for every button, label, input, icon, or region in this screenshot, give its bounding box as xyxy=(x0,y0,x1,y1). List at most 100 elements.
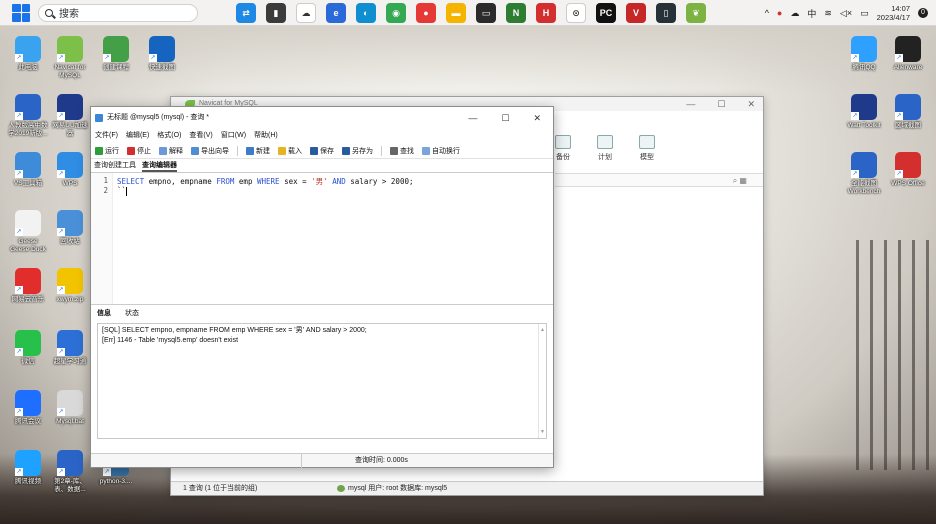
toolbar-button[interactable]: 载入 xyxy=(278,146,302,156)
battery-icon[interactable]: ▭ xyxy=(860,8,869,19)
shortcut-arrow-icon: ↗ xyxy=(57,112,65,120)
user-icon[interactable]: ● xyxy=(777,8,782,18)
desktop-icon[interactable]: ↗ 区域截图 xyxy=(888,94,928,130)
close-icon[interactable]: ✕ xyxy=(747,97,755,111)
tab-query-editor[interactable]: 查询编辑器 xyxy=(142,159,177,172)
volume-icon[interactable]: ◁× xyxy=(840,8,852,19)
desktop-icon[interactable]: ↗ 全能截图 Workbench xyxy=(844,152,884,195)
desktop-icon[interactable]: ↗ 超星学习通 xyxy=(50,330,90,366)
desktop-icon[interactable]: ↗ WPS xyxy=(50,152,90,188)
menu-file[interactable]: 文件(F) xyxy=(95,129,118,143)
terminal-app-icon[interactable]: ▭ xyxy=(476,3,496,23)
model-button[interactable]: 模型 xyxy=(639,135,655,162)
minimize-icon[interactable]: — xyxy=(468,107,477,129)
schedule-button[interactable]: 计划 xyxy=(597,135,613,162)
toolbar-button[interactable]: 另存为 xyxy=(342,146,373,156)
code-line-1[interactable]: SELECT empno, empname FROM emp WHERE sex… xyxy=(117,176,414,187)
query-toolbar: 运行 停止 解释 导出向导 新建 载入 保存 另存为 查找 自动换行 xyxy=(91,143,553,159)
desktop-icon[interactable]: ↗ Geese Geese Duck xyxy=(8,210,48,253)
menu-window[interactable]: 窗口(W) xyxy=(221,129,246,143)
leaf-app-icon[interactable]: ❦ xyxy=(686,3,706,23)
desktop-icon[interactable]: ↗ 创建课程 xyxy=(96,36,136,72)
edge-app-icon[interactable]: ◐ xyxy=(356,3,376,23)
toolbar-button[interactable]: 导出向导 xyxy=(191,146,229,156)
folder-app-icon[interactable]: ▬ xyxy=(446,3,466,23)
desktop-icon[interactable]: ↗ 此电脑 xyxy=(8,36,48,72)
vs-app-icon[interactable]: V xyxy=(626,3,646,23)
toolbar-button[interactable]: 运行 xyxy=(95,146,119,156)
toolbar-button[interactable]: 解释 xyxy=(159,146,183,156)
tab-info[interactable]: 信息 xyxy=(97,305,111,323)
menu-help[interactable]: 帮助(H) xyxy=(254,129,278,143)
toolbar-button[interactable]: 停止 xyxy=(127,146,151,156)
notification-badge[interactable]: 0 xyxy=(918,8,928,18)
desktop-icon[interactable]: ↗ 网易云音乐 xyxy=(8,268,48,304)
desktop-icon[interactable]: ↗ Alienware xyxy=(888,36,928,72)
chevron-up-icon[interactable]: ^ xyxy=(765,8,769,18)
toolbar-separator xyxy=(381,145,382,156)
h-app-icon[interactable]: H xyxy=(536,3,556,23)
desktop-icon[interactable]: ↗ 网易UU加速器 xyxy=(50,94,90,137)
desktop-icon[interactable]: ↗ 腾讯视频 xyxy=(8,450,48,486)
maximize-icon[interactable]: ☐ xyxy=(501,107,509,129)
desktop-icon[interactable]: ↗ 腾讯会议 xyxy=(8,390,48,426)
menu-view[interactable]: 查看(V) xyxy=(189,129,212,143)
clock[interactable]: 14:07 2023/4/17 xyxy=(877,4,910,22)
monitor-app-icon[interactable]: ▯ xyxy=(656,3,676,23)
desktop-icon[interactable]: ↗ Watt Toolkit xyxy=(844,94,884,130)
toolbar-label: 载入 xyxy=(288,147,302,155)
desktop-icon[interactable]: ↗ Mysql.bat xyxy=(50,390,90,426)
navicat-app-icon[interactable]: N xyxy=(506,3,526,23)
remote-app-icon[interactable]: ⇄ xyxy=(236,3,256,23)
desktop-icon[interactable]: ↗ 回收站 xyxy=(50,210,90,246)
close-icon[interactable]: ✕ xyxy=(533,107,541,129)
sql-editor[interactable]: 1 2 SELECT empno, empname FROM emp WHERE… xyxy=(91,173,553,305)
backup-button[interactable]: 备份 xyxy=(555,135,571,162)
desktop-icon[interactable]: ↗ 人教版高中数学2019新版... xyxy=(8,94,48,137)
string-literal: '男' xyxy=(311,177,328,186)
desktop-icon[interactable]: ↗ VS工具箱 xyxy=(8,152,48,188)
shortcut-arrow-icon: ↗ xyxy=(851,112,859,120)
desktop-icon[interactable]: ↗ 第2章-库、表、数据... xyxy=(50,450,90,493)
shortcut-arrow-icon: ↗ xyxy=(103,468,111,476)
taskbar-search[interactable]: 搜索 xyxy=(38,3,198,22)
query-window[interactable]: 无标题 @mysql5 (mysql) - 查询 * — ☐ ✕ 文件(F) 编… xyxy=(90,106,554,468)
desktop-icon[interactable]: ↗ Navicat for MySQL xyxy=(50,36,90,79)
cloud-icon[interactable]: ☁ xyxy=(790,8,799,19)
desktop-icon-label: 回收站 xyxy=(60,238,80,245)
ime-indicator[interactable]: 中 xyxy=(807,7,816,20)
result-tabs: 信息 状态 xyxy=(91,305,553,323)
maximize-icon[interactable]: ☐ xyxy=(717,97,725,111)
desktop-icon[interactable]: ↗ 微信 xyxy=(8,330,48,366)
message-scrollbar[interactable] xyxy=(538,324,546,438)
minimize-icon[interactable]: — xyxy=(686,97,695,111)
edge-blue-app-icon[interactable]: e xyxy=(326,3,346,23)
swirl-app-icon[interactable]: ⊙ xyxy=(566,3,586,23)
toolbar-button[interactable]: 查找 xyxy=(390,146,414,156)
menu-edit[interactable]: 编辑(E) xyxy=(126,129,149,143)
pycharm-app-icon[interactable]: PC xyxy=(596,3,616,23)
shortcut-arrow-icon: ↗ xyxy=(57,170,65,178)
code-line-2[interactable]: `` xyxy=(117,186,128,196)
weather-app-icon[interactable]: ☁ xyxy=(296,3,316,23)
dark-app-icon[interactable]: ▮ xyxy=(266,3,286,23)
start-button[interactable] xyxy=(12,3,30,22)
desktop-icon[interactable]: ↗ 腾讯QQ xyxy=(844,36,884,72)
app-icon: ↗ xyxy=(895,36,921,62)
toolbar-button[interactable]: 保存 xyxy=(310,146,334,156)
toolbar-button[interactable]: 新建 xyxy=(246,146,270,156)
query-window-titlebar[interactable]: 无标题 @mysql5 (mysql) - 查询 * — ☐ ✕ xyxy=(91,107,553,129)
search-icon[interactable]: ⌕ ▦ xyxy=(733,176,747,186)
user-app-icon[interactable]: ● xyxy=(416,3,436,23)
desktop-icon[interactable]: ↗ xwym.zip xyxy=(50,268,90,304)
desktop-icon[interactable]: ↗ WPS Office xyxy=(888,152,928,188)
desktop-icon[interactable]: ↗ 快速截图 xyxy=(142,36,182,72)
wifi-icon[interactable]: ≋ xyxy=(824,8,832,19)
tab-query-builder[interactable]: 查询创建工具 xyxy=(94,159,136,172)
menu-format[interactable]: 格式(O) xyxy=(157,129,181,143)
code-text: sex = xyxy=(279,177,312,186)
tab-status[interactable]: 状态 xyxy=(125,305,139,323)
message-panel[interactable]: [SQL] SELECT empno, empname FROM emp WHE… xyxy=(97,323,547,439)
toolbar-button[interactable]: 自动换行 xyxy=(422,146,460,156)
chrome-app-icon[interactable]: ◉ xyxy=(386,3,406,23)
